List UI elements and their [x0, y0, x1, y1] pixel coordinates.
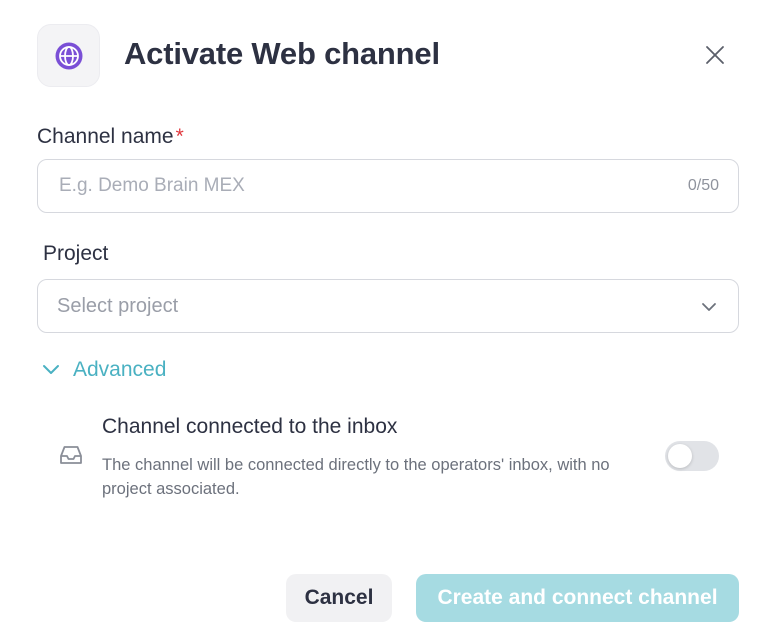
inbox-option-description: The channel will be connected directly t… — [102, 456, 610, 498]
globe-icon — [55, 42, 82, 69]
project-label: Project — [43, 242, 109, 265]
channel-name-label-text: Channel name — [37, 125, 174, 148]
required-mark: * — [175, 125, 184, 148]
channel-name-label: Channel name* — [37, 125, 184, 149]
advanced-toggle[interactable]: Advanced — [41, 358, 166, 382]
project-select[interactable]: Select project — [37, 279, 739, 333]
toggle-knob — [668, 444, 692, 468]
create-and-connect-button[interactable]: Create and connect channel — [416, 574, 739, 622]
close-icon — [706, 46, 724, 64]
chevron-down-icon — [700, 298, 718, 316]
modal-title: Activate Web channel — [124, 36, 440, 71]
project-select-placeholder: Select project — [57, 294, 179, 317]
channel-name-field: 0/50 — [37, 159, 739, 213]
close-button[interactable] — [700, 40, 730, 70]
chevron-down-icon — [43, 365, 59, 374]
channel-icon-tile — [37, 24, 100, 87]
inbox-connection-toggle[interactable] — [665, 441, 719, 471]
cancel-button[interactable]: Cancel — [286, 574, 392, 622]
advanced-label: Advanced — [73, 358, 167, 381]
character-counter: 0/50 — [687, 177, 719, 194]
activate-channel-modal: Activate Web channel Channel name* 0/50 … — [0, 0, 780, 644]
inbox-icon — [60, 446, 82, 464]
channel-name-input[interactable] — [38, 160, 638, 212]
inbox-option-title: Channel connected to the inbox — [102, 415, 398, 438]
